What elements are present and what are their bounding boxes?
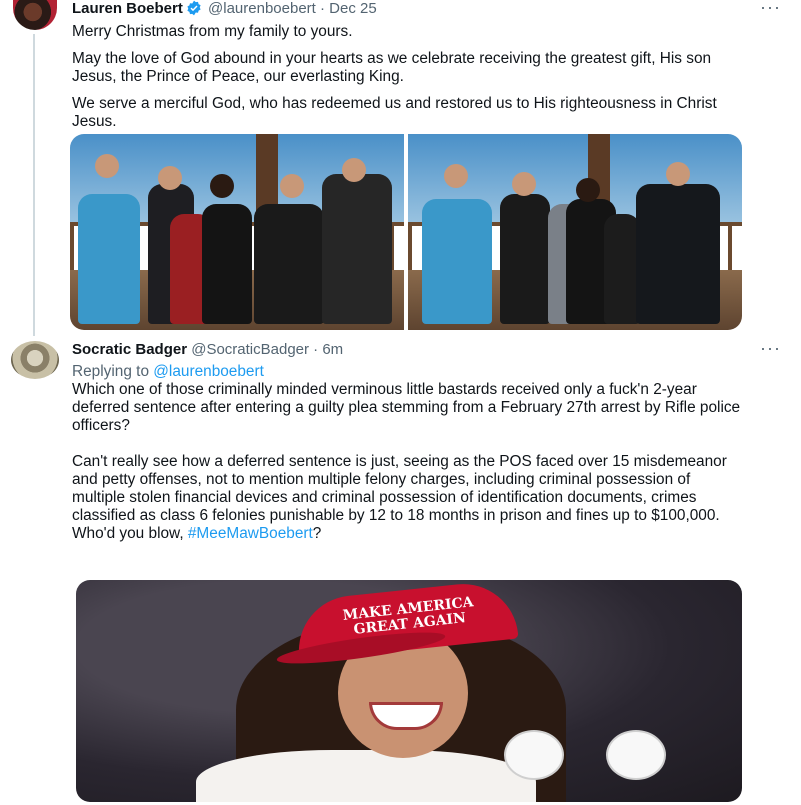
author-name[interactable]: Lauren Boebert xyxy=(72,0,183,17)
more-options-icon[interactable]: ··· xyxy=(760,339,781,357)
baseball xyxy=(504,730,564,780)
replying-to-line: Replying to @laurenboebert xyxy=(72,363,741,381)
more-options-icon[interactable]: ··· xyxy=(760,0,781,16)
tweet-text-paragraph: We serve a merciful God, who has redeeme… xyxy=(72,95,717,130)
tweet-time[interactable]: · 6m xyxy=(313,341,343,358)
verified-badge-icon xyxy=(186,0,202,21)
tweet-header: Lauren Boebert @laurenboebert · Dec 25 ·… xyxy=(72,0,780,21)
tweet-photo-grid[interactable] xyxy=(70,134,742,330)
reply-last-line-text: Who'd you blow, xyxy=(72,525,184,542)
tweet-date[interactable]: · Dec 25 xyxy=(320,0,377,17)
tweet-header: Socratic Badger @SocraticBadger · 6m ··· xyxy=(72,339,780,359)
family-photo-1[interactable] xyxy=(70,134,404,330)
socratic-badger-avatar[interactable] xyxy=(11,341,59,379)
reply-text-paragraph: Which one of those criminally minded ver… xyxy=(72,381,741,434)
thread-connector-line xyxy=(33,34,35,336)
tweet-text-paragraph: May the love of God abound in your heart… xyxy=(72,50,712,85)
baseball xyxy=(606,730,666,780)
hashtag-link[interactable]: #MeeMawBoebert xyxy=(188,525,313,542)
replying-to-label: Replying to xyxy=(72,363,149,380)
lauren-boebert-avatar[interactable] xyxy=(13,0,57,30)
replying-to-link[interactable]: @laurenboebert xyxy=(153,363,264,380)
author-handle[interactable]: @SocraticBadger xyxy=(191,341,309,358)
original-tweet: Lauren Boebert @laurenboebert · Dec 25 ·… xyxy=(72,0,780,131)
author-name[interactable]: Socratic Badger xyxy=(72,341,187,358)
reply-tweet: Socratic Badger @SocraticBadger · 6m ···… xyxy=(72,339,780,543)
reply-last-line-punctuation: ? xyxy=(312,525,322,542)
reply-attached-photo[interactable]: MAKE AMERICA GREAT AGAIN xyxy=(76,580,742,802)
tweet-text-line: Merry Christmas from my family to yours. xyxy=(72,23,353,40)
family-photo-2[interactable] xyxy=(408,134,742,330)
reply-text-paragraph: Can't really see how a deferred sentence… xyxy=(72,453,727,524)
reply-last-line: Who'd you blow, #MeeMawBoebert? xyxy=(72,525,741,543)
author-handle[interactable]: @laurenboebert xyxy=(208,0,316,17)
